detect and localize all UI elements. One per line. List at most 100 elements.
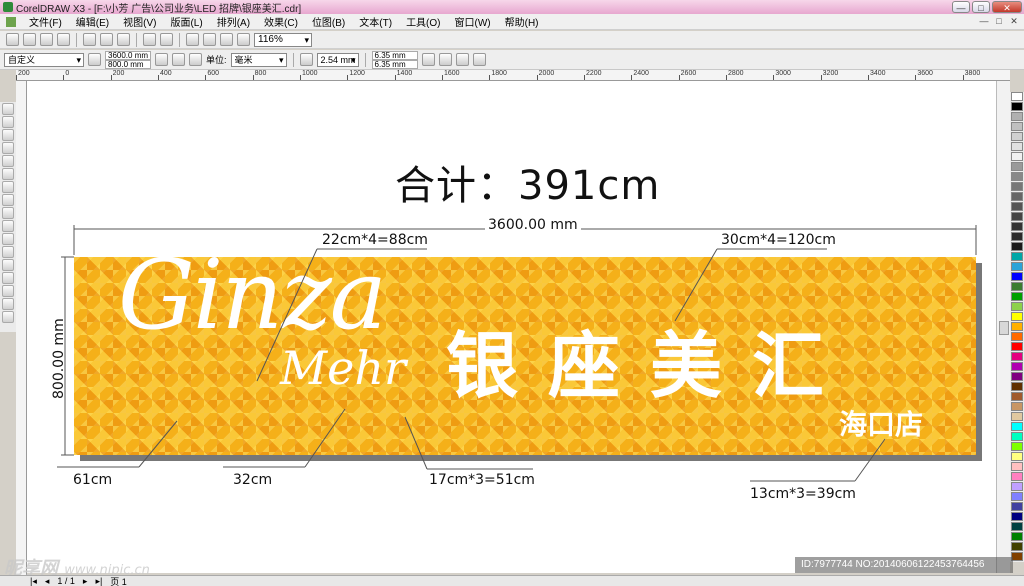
color-swatch[interactable] — [1011, 252, 1023, 261]
height-dimension-label[interactable]: 800.00 mm — [51, 318, 67, 399]
fill-tool-icon[interactable] — [2, 298, 14, 310]
color-swatch[interactable] — [1011, 392, 1023, 401]
color-swatch[interactable] — [1011, 122, 1023, 131]
color-swatch[interactable] — [1011, 532, 1023, 541]
color-swatch[interactable] — [1011, 282, 1023, 291]
eyedropper-tool-icon[interactable] — [2, 272, 14, 284]
color-swatch[interactable] — [1011, 242, 1023, 251]
new-icon[interactable] — [6, 33, 19, 46]
treat-as-filled-icon[interactable] — [421, 53, 435, 66]
menu-window[interactable]: 窗口(W) — [448, 14, 498, 29]
color-swatch[interactable] — [1011, 402, 1023, 411]
portrait-icon[interactable] — [155, 53, 168, 66]
ellipse-tool-icon[interactable] — [2, 194, 14, 206]
pick-tool-icon[interactable] — [2, 103, 14, 115]
close-button[interactable]: ✕ — [992, 1, 1022, 13]
color-swatch[interactable] — [1011, 172, 1023, 181]
unit-select[interactable]: 毫米 — [230, 52, 287, 67]
page-tab[interactable]: 页 1 — [110, 575, 127, 586]
color-swatch[interactable] — [1011, 382, 1023, 391]
page-preset-select[interactable]: 自定义 — [4, 52, 84, 67]
snap-icon[interactable] — [438, 53, 452, 66]
color-swatch[interactable] — [1011, 262, 1023, 271]
color-swatch[interactable] — [1011, 92, 1023, 101]
color-swatch[interactable] — [1011, 322, 1023, 331]
color-swatch[interactable] — [1011, 332, 1023, 341]
color-swatch[interactable] — [1011, 472, 1023, 481]
menu-help[interactable]: 帮助(H) — [498, 14, 546, 29]
doc-restore-button[interactable]: □ — [993, 16, 1005, 27]
color-swatch[interactable] — [1011, 482, 1023, 491]
interactive-fill-tool-icon[interactable] — [2, 311, 14, 323]
menu-file[interactable]: 文件(F) — [22, 14, 69, 29]
document-icon[interactable] — [6, 16, 16, 27]
color-swatch[interactable] — [1011, 412, 1023, 421]
print-icon[interactable] — [57, 33, 70, 46]
color-swatch[interactable] — [1011, 202, 1023, 211]
width-dimension-label[interactable]: 3600.00 mm — [485, 217, 581, 233]
outline-tool-icon[interactable] — [2, 285, 14, 297]
note-32cm[interactable]: 32cm — [233, 472, 272, 488]
color-swatch[interactable] — [1011, 422, 1023, 431]
text-tool-icon[interactable] — [2, 233, 14, 245]
nudge-distance-field[interactable]: 2.54 mm — [316, 52, 359, 67]
vertical-ruler[interactable] — [16, 81, 27, 575]
menu-view[interactable]: 视图(V) — [116, 14, 163, 29]
basic-shapes-tool-icon[interactable] — [2, 220, 14, 232]
note-120cm[interactable]: 30cm*4=120cm — [721, 232, 836, 248]
duplicate-y-field[interactable]: 6.35 mm — [371, 59, 418, 69]
menu-layout[interactable]: 版面(L) — [163, 14, 209, 29]
color-swatch[interactable] — [1011, 522, 1023, 531]
align-icon[interactable] — [455, 53, 469, 66]
color-swatch[interactable] — [1011, 372, 1023, 381]
note-51cm[interactable]: 17cm*3=51cm — [429, 472, 535, 488]
first-page-icon[interactable]: |◂ — [30, 576, 37, 586]
color-swatch[interactable] — [1011, 492, 1023, 501]
color-swatch[interactable] — [1011, 292, 1023, 301]
color-swatch[interactable] — [1011, 162, 1023, 171]
undo-icon[interactable] — [143, 33, 156, 46]
color-swatch[interactable] — [1011, 452, 1023, 461]
drawing-canvas[interactable]: 合计：391cm Ginza Mehr 银座美汇 海口店 3600.00 mm … — [27, 81, 996, 573]
color-swatch[interactable] — [1011, 272, 1023, 281]
color-swatch[interactable] — [1011, 342, 1023, 351]
color-swatch[interactable] — [1011, 542, 1023, 551]
vertical-scrollbar[interactable] — [996, 81, 1010, 573]
duplicate-x-field[interactable]: 6.35 mm — [371, 50, 418, 60]
color-swatch[interactable] — [1011, 222, 1023, 231]
page-height-field[interactable]: 800.0 mm — [105, 59, 151, 69]
zoom-tool-icon[interactable] — [2, 142, 14, 154]
zoom-level-select[interactable]: 116% — [254, 32, 312, 47]
color-swatch[interactable] — [1011, 502, 1023, 511]
color-swatch[interactable] — [1011, 302, 1023, 311]
horizontal-ruler[interactable]: 200 0 200 400 600 800 1000 1200 1400 1600 1800 2000… — [16, 70, 1010, 81]
note-88cm[interactable]: 22cm*4=88cm — [322, 232, 428, 248]
doc-close-button[interactable]: ✕ — [1008, 16, 1020, 27]
color-swatch[interactable] — [1011, 432, 1023, 441]
freehand-tool-icon[interactable] — [2, 155, 14, 167]
color-swatch[interactable] — [1011, 442, 1023, 451]
copy-icon[interactable] — [100, 33, 113, 46]
color-swatch[interactable] — [1011, 462, 1023, 471]
crop-tool-icon[interactable] — [2, 129, 14, 141]
note-61cm[interactable]: 61cm — [73, 472, 112, 488]
import-icon[interactable] — [186, 33, 199, 46]
menu-text[interactable]: 文本(T) — [352, 14, 399, 29]
color-swatch[interactable] — [1011, 182, 1023, 191]
scrollbar-thumb[interactable] — [999, 321, 1009, 335]
menu-arrange[interactable]: 排列(A) — [210, 14, 257, 29]
color-swatch[interactable] — [1011, 312, 1023, 321]
color-swatch[interactable] — [1011, 352, 1023, 361]
page-width-field[interactable]: 3600.0 mm — [105, 50, 151, 60]
redo-icon[interactable] — [160, 33, 173, 46]
smart-fill-tool-icon[interactable] — [2, 168, 14, 180]
rectangle-tool-icon[interactable] — [2, 181, 14, 193]
maximize-button[interactable]: □ — [972, 1, 990, 13]
paste-icon[interactable] — [117, 33, 130, 46]
menu-effects[interactable]: 效果(C) — [257, 14, 305, 29]
next-page-icon[interactable]: ▸ — [83, 576, 88, 586]
minimize-button[interactable]: — — [952, 1, 970, 13]
color-swatch[interactable] — [1011, 512, 1023, 521]
color-swatch[interactable] — [1011, 212, 1023, 221]
options-icon[interactable] — [472, 53, 486, 66]
